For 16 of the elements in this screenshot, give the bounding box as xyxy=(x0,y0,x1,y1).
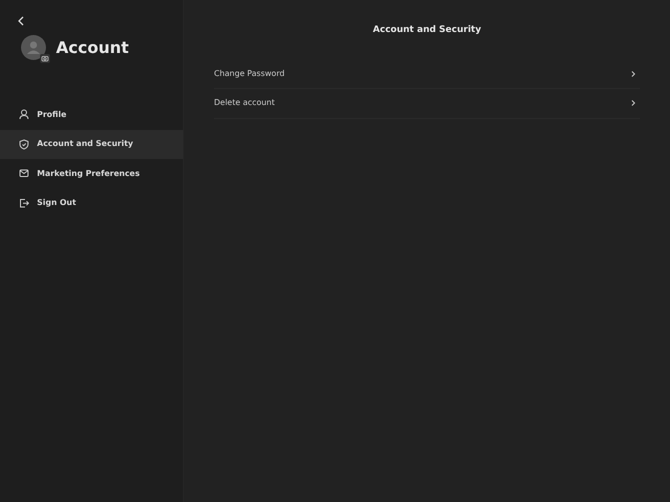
page-title: Account xyxy=(56,36,129,58)
settings-row[interactable]: Delete account xyxy=(214,89,640,118)
user-icon xyxy=(19,109,29,120)
mail-icon xyxy=(19,168,29,180)
avatar-icon[interactable] xyxy=(21,35,46,60)
sidebar-item[interactable]: Profile xyxy=(0,100,183,130)
shield-icon xyxy=(19,138,29,150)
chevron-icon xyxy=(630,70,636,78)
section-title: Account and Security xyxy=(372,24,482,37)
sidebar-item[interactable]: Account and Security xyxy=(0,130,183,159)
camera-icon[interactable] xyxy=(40,54,50,63)
settings-row[interactable]: Change Password xyxy=(214,60,640,89)
sidebar-item[interactable]: Marketing Preferences xyxy=(0,159,183,188)
sign-out-icon xyxy=(19,198,29,209)
chevron-icon xyxy=(630,99,636,108)
sidebar-item[interactable]: Sign Out xyxy=(0,188,183,218)
